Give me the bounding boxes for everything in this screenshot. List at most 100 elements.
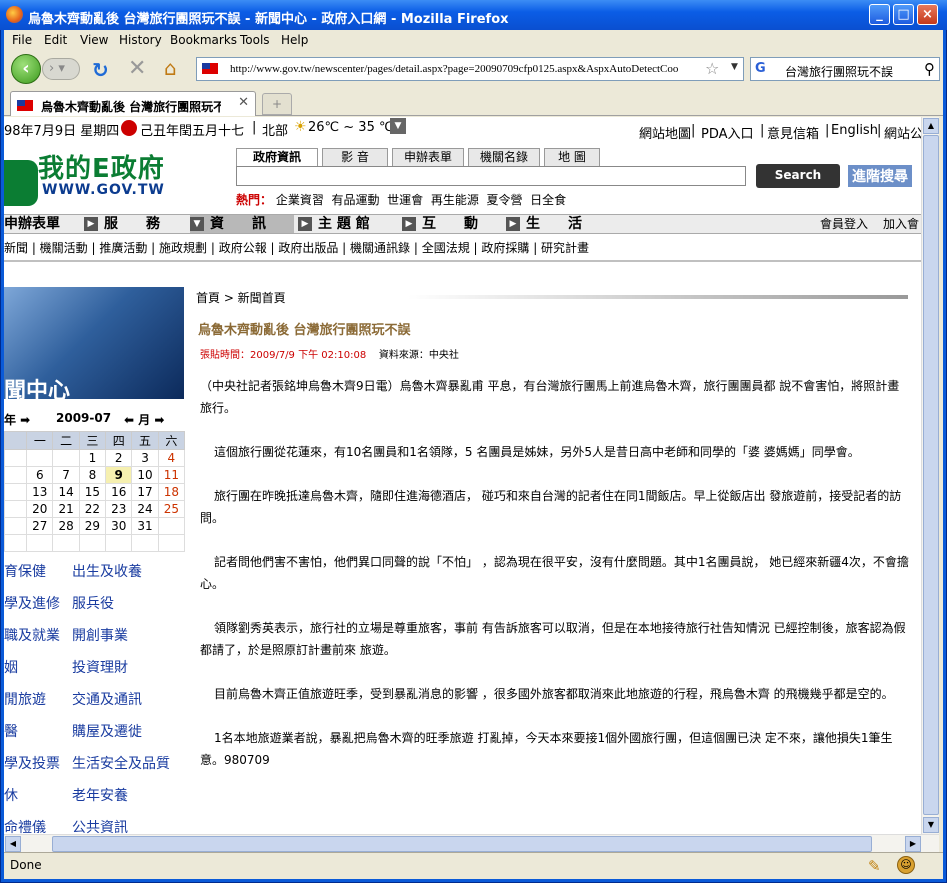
life-event-link[interactable]: 投資理財	[72, 657, 128, 677]
home-icon[interactable]: ⌂	[164, 56, 177, 80]
calendar-day[interactable]: 9	[105, 466, 133, 484]
calendar-day[interactable]: 31	[131, 517, 159, 535]
scroll-thumb[interactable]	[923, 135, 939, 815]
top-link-sitemap[interactable]: 網站地圖	[639, 123, 691, 142]
menu-file[interactable]: File	[12, 33, 32, 47]
calendar-day[interactable]: 29	[78, 517, 107, 535]
site-search-button[interactable]: Search	[756, 164, 840, 188]
nav-forms[interactable]: 申辦表單	[4, 215, 60, 233]
nav-life[interactable]: ▶ 生 活	[506, 215, 582, 233]
search-input[interactable]: 台灣旅行團照玩不誤	[785, 63, 893, 80]
url-bar[interactable]: http://www.gov.tw/newscenter/pages/detai…	[196, 57, 744, 81]
hot-item[interactable]: 日全食	[530, 193, 566, 207]
calendar-day[interactable]: 8	[78, 466, 107, 484]
calendar-day[interactable]: 20	[26, 500, 54, 518]
life-event-link[interactable]: 休	[4, 785, 18, 805]
calendar-day[interactable]: 14	[52, 483, 80, 501]
sub-nav[interactable]: 新聞 | 機關活動 | 推廣活動 | 施政規劃 | 政府公報 | 政府出版品 |…	[4, 239, 589, 256]
calendar-day[interactable]: 7	[52, 466, 80, 484]
calendar-day[interactable]: 13	[26, 483, 54, 501]
bookmark-star-icon[interactable]: ☆	[705, 59, 719, 78]
weather-dropdown-icon[interactable]: ▼	[390, 118, 406, 134]
life-event-link[interactable]: 醫	[4, 721, 18, 741]
top-link-pda[interactable]: PDA入口	[701, 123, 754, 142]
menu-history[interactable]: History	[119, 33, 162, 47]
menu-edit[interactable]: Edit	[44, 33, 67, 47]
calendar-day[interactable]: 10	[131, 466, 159, 484]
menu-help[interactable]: Help	[281, 33, 308, 47]
life-event-link[interactable]: 公共資訊	[72, 817, 128, 834]
calendar-day[interactable]: 18	[157, 483, 186, 501]
top-link-more[interactable]: 網站公	[884, 123, 921, 142]
life-event-link[interactable]: 購屋及遷徙	[72, 721, 142, 741]
smiley-icon[interactable]: ☺	[897, 856, 915, 874]
scroll-up-icon[interactable]: ▲	[923, 118, 939, 134]
life-event-link[interactable]: 育保健	[4, 561, 46, 581]
prev-next-month-button[interactable]: ⬅ 月 ➡	[124, 411, 164, 428]
pencil-icon[interactable]: ✎	[868, 857, 881, 875]
calendar-day[interactable]: 28	[52, 517, 80, 535]
calendar-day[interactable]: 15	[78, 483, 107, 501]
life-event-link[interactable]: 學及進修	[4, 593, 60, 613]
tab-media[interactable]: 影 音	[322, 148, 388, 166]
prev-year-button[interactable]: 年 ➡	[4, 411, 30, 428]
tab-forms[interactable]: 申辦表單	[392, 148, 464, 166]
join-link[interactable]: 加入會	[883, 215, 919, 233]
calendar-day[interactable]: 6	[26, 466, 54, 484]
hot-item[interactable]: 世運會	[387, 193, 423, 207]
scroll-down-icon[interactable]: ▼	[923, 817, 939, 833]
stop-icon[interactable]: ✕	[128, 56, 146, 81]
hot-item[interactable]: 再生能源	[431, 193, 479, 207]
top-link-english[interactable]: English	[831, 123, 878, 138]
scroll-right-icon[interactable]: ▶	[905, 836, 921, 852]
menu-bookmarks[interactable]: Bookmarks	[170, 33, 237, 47]
search-bar[interactable]: G 台灣旅行團照玩不誤 ⚲	[750, 57, 940, 81]
tab-directory[interactable]: 機關名錄	[468, 148, 540, 166]
search-icon[interactable]: ⚲	[924, 60, 935, 78]
reload-icon[interactable]: ↻	[92, 58, 109, 82]
calendar-day[interactable]: 22	[78, 500, 107, 518]
life-event-link[interactable]: 生活安全及品質	[72, 753, 170, 773]
tab-map[interactable]: 地 圖	[544, 148, 600, 166]
life-event-link[interactable]: 開創事業	[72, 625, 128, 645]
site-logo[interactable]: 我的E政府 WWW.GOV.TW	[4, 142, 244, 212]
life-event-link[interactable]: 老年安養	[72, 785, 128, 805]
life-event-link[interactable]: 姻	[4, 657, 18, 677]
minimize-button[interactable]: _	[869, 4, 890, 25]
life-event-link[interactable]: 命禮儀	[4, 817, 46, 834]
scroll-thumb-h[interactable]	[52, 836, 872, 852]
nav-interaction[interactable]: ▶ 互 動	[402, 215, 478, 233]
life-event-link[interactable]: 職及就業	[4, 625, 60, 645]
new-tab-button[interactable]: +	[262, 93, 292, 115]
maximize-button[interactable]: □	[893, 4, 914, 25]
life-event-link[interactable]: 服兵役	[72, 593, 114, 613]
tab-gov-info[interactable]: 政府資訊	[236, 148, 318, 166]
scroll-left-icon[interactable]: ◀	[5, 836, 21, 852]
tab-close-icon[interactable]: ✕	[238, 95, 249, 110]
calendar-day[interactable]: 1	[78, 449, 107, 467]
close-button[interactable]: ×	[917, 4, 938, 25]
horizontal-scrollbar[interactable]: ◀ ▶	[4, 834, 939, 852]
life-event-link[interactable]: 閒旅遊	[4, 689, 46, 709]
site-search-input[interactable]	[236, 166, 746, 186]
calendar-day[interactable]: 25	[157, 500, 186, 518]
calendar-day[interactable]: 17	[131, 483, 159, 501]
menu-tools[interactable]: Tools	[240, 33, 270, 47]
forward-button[interactable]: › ▾	[42, 58, 80, 80]
life-event-link[interactable]: 學及投票	[4, 753, 60, 773]
hot-item[interactable]: 有品運動	[332, 193, 380, 207]
advanced-search-link[interactable]: 進階搜尋	[848, 165, 912, 187]
calendar-day[interactable]: 30	[105, 517, 133, 535]
menu-view[interactable]: View	[80, 33, 108, 47]
tab-active[interactable]: 烏魯木齊動亂後 台灣旅行團照玩不… ✕	[10, 91, 256, 116]
calendar-day[interactable]: 27	[26, 517, 54, 535]
weather-location[interactable]: 北部	[262, 120, 288, 139]
nav-topics[interactable]: ▶ 主 題 館	[298, 215, 370, 233]
calendar-day[interactable]: 4	[157, 449, 186, 467]
nav-services[interactable]: ▶ 服 務	[84, 215, 160, 233]
calendar-day[interactable]: 2	[105, 449, 133, 467]
url-text[interactable]: http://www.gov.tw/newscenter/pages/detai…	[230, 63, 700, 75]
calendar-day[interactable]: 3	[131, 449, 159, 467]
top-link-feedback[interactable]: 意見信箱	[767, 123, 819, 142]
google-search-engine-icon[interactable]: G	[755, 61, 771, 77]
